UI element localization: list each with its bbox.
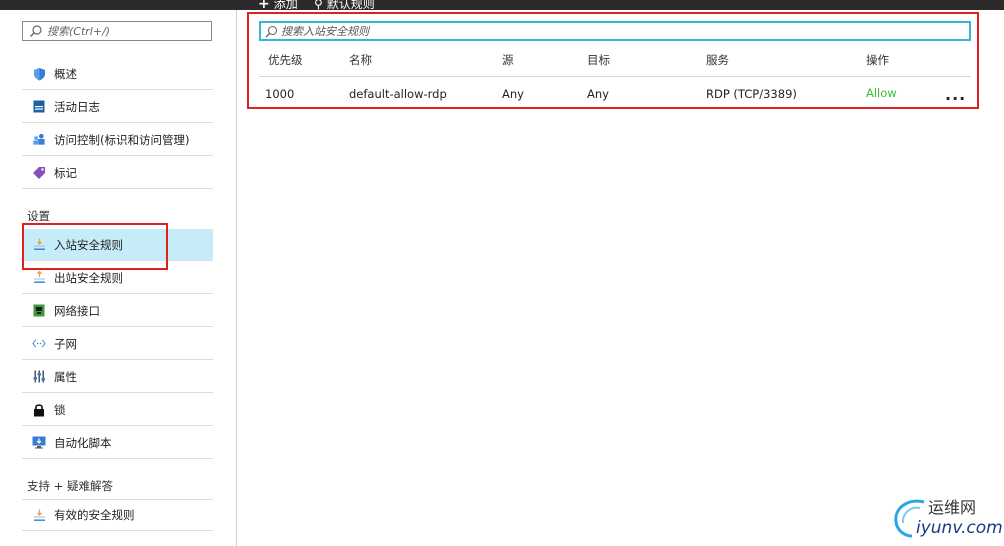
- cell-name: default-allow-rdp: [349, 87, 447, 101]
- inbound-rules-icon: [32, 238, 46, 252]
- cell-action: Allow: [866, 86, 897, 100]
- cell-service: RDP (TCP/3389): [706, 87, 797, 101]
- automation-script-icon: [32, 436, 46, 450]
- watermark-en: iyunv.com: [916, 518, 1003, 538]
- column-header-priority[interactable]: 优先级: [268, 52, 303, 68]
- lock-icon: [32, 403, 46, 417]
- cell-destination: Any: [587, 87, 609, 101]
- sidebar-search[interactable]: [22, 21, 212, 41]
- sidebar-item-properties[interactable]: 属性: [22, 361, 213, 393]
- search-icon: [265, 25, 278, 38]
- row-divider: [259, 108, 971, 109]
- cell-source: Any: [502, 87, 524, 101]
- add-button[interactable]: + 添加: [258, 0, 298, 10]
- sidebar-item-label: 入站安全规则: [54, 237, 123, 252]
- default-rules-button[interactable]: ⚲ 默认规则: [314, 0, 375, 10]
- shield-icon: [32, 67, 46, 81]
- column-header-action[interactable]: 操作: [866, 52, 889, 68]
- sidebar-item-activity-log[interactable]: 活动日志: [22, 91, 213, 123]
- sidebar-item-label: 出站安全规则: [54, 270, 123, 285]
- sidebar-item-outbound-rules[interactable]: 出站安全规则: [22, 262, 213, 294]
- sidebar-item-label: 概述: [54, 66, 77, 81]
- outbound-rules-icon: [32, 271, 46, 285]
- column-header-source[interactable]: 源: [502, 52, 514, 68]
- column-header-destination[interactable]: 目标: [587, 52, 610, 68]
- search-icon: [29, 24, 43, 38]
- sidebar-search-input[interactable]: [47, 24, 197, 38]
- watermark-cn: 运维网: [928, 498, 977, 517]
- sidebar-item-tags[interactable]: 标记: [22, 157, 213, 189]
- tag-icon: [32, 166, 46, 180]
- sidebar-item-overview[interactable]: 概述: [22, 58, 213, 90]
- sidebar-item-network-interface[interactable]: 网络接口: [22, 295, 213, 327]
- header-divider: [259, 76, 971, 77]
- properties-icon: [32, 370, 46, 384]
- subnet-icon: [32, 337, 46, 351]
- rules-search-input[interactable]: [281, 24, 881, 38]
- watermark-logo: 运维网 iyunv.com: [890, 494, 1003, 542]
- effective-rules-icon: [32, 508, 46, 522]
- column-header-service[interactable]: 服务: [706, 52, 729, 68]
- cell-priority: 1000: [265, 87, 295, 101]
- column-header-name[interactable]: 名称: [349, 52, 372, 68]
- sidebar-item-label: 子网: [54, 336, 77, 351]
- sidebar-item-label: 锁: [54, 402, 66, 417]
- network-interface-icon: [32, 304, 46, 318]
- sidebar-item-label: 属性: [54, 369, 77, 384]
- toolbar: + 添加 ⚲ 默认规则: [0, 0, 1004, 10]
- sidebar-item-label: 活动日志: [54, 99, 100, 114]
- sidebar-item-effective-rules[interactable]: 有效的安全规则: [22, 499, 213, 531]
- sidebar-item-locks[interactable]: 锁: [22, 394, 213, 426]
- sidebar-item-label: 有效的安全规则: [54, 508, 135, 522]
- sidebar-item-label: 网络接口: [54, 303, 100, 318]
- users-icon: [32, 133, 46, 147]
- sidebar: 概述 活动日志 访问控制(标识和访问管理) 标记 设置 入站安全规则 出站安全规…: [0, 10, 237, 546]
- add-label: 添加: [273, 0, 298, 10]
- section-support: 支持 + 疑难解答: [27, 479, 113, 493]
- sidebar-item-label: 标记: [54, 165, 77, 180]
- more-options-icon[interactable]: ...: [945, 85, 966, 104]
- log-icon: [32, 100, 46, 114]
- rules-search[interactable]: [259, 21, 971, 41]
- sidebar-item-subnet[interactable]: 子网: [22, 328, 213, 360]
- default-rules-label: 默认规则: [326, 0, 375, 10]
- sidebar-item-automation-script[interactable]: 自动化脚本: [22, 427, 213, 459]
- sidebar-item-inbound-rules[interactable]: 入站安全规则: [22, 229, 213, 261]
- section-settings: 设置: [27, 209, 50, 223]
- sidebar-item-access-control[interactable]: 访问控制(标识和访问管理): [22, 124, 213, 156]
- sidebar-item-label: 访问控制(标识和访问管理): [54, 132, 190, 147]
- plus-icon: +: [258, 0, 270, 10]
- sidebar-item-label: 自动化脚本: [54, 435, 112, 450]
- rules-panel: 优先级 名称 源 目标 服务 操作 1000 default-allow-rdp…: [237, 10, 1004, 546]
- search-icon: ⚲: [314, 0, 323, 10]
